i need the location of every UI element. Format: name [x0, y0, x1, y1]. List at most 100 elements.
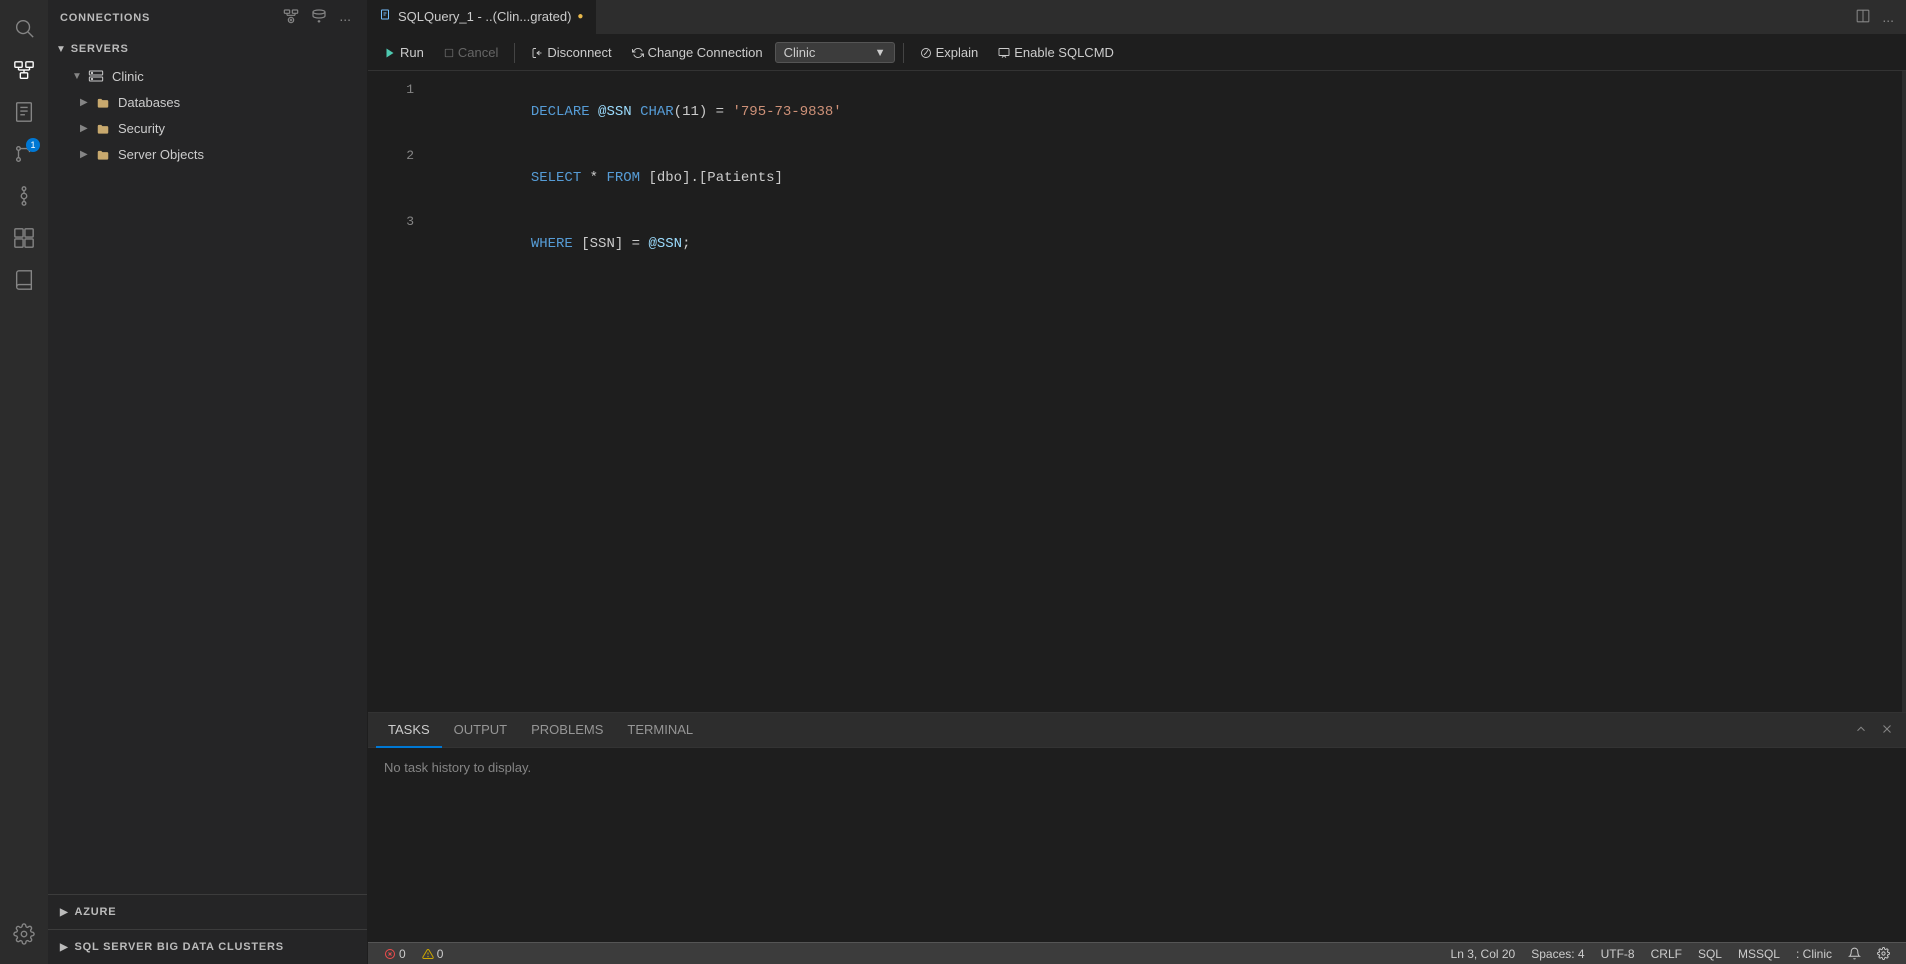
databases-chevron: ▶: [80, 97, 96, 108]
tab-bar: SQLQuery_1 - ..(Clin...grated) ● ...: [368, 0, 1906, 35]
activity-bottom: [4, 914, 44, 956]
security-label: Security: [118, 121, 165, 136]
change-connection-label: Change Connection: [648, 45, 763, 60]
sql-bigdata-header[interactable]: ▶ SQL SERVER BIG DATA CLUSTERS: [48, 934, 367, 960]
sql-bigdata-label: SQL SERVER BIG DATA CLUSTERS: [75, 941, 284, 953]
clinic-chevron: ▼: [72, 71, 88, 82]
activity-icon-book[interactable]: [4, 260, 44, 300]
activity-icon-connections[interactable]: [4, 50, 44, 90]
line-number-2: 2: [384, 145, 414, 167]
status-encoding[interactable]: UTF-8: [1593, 943, 1643, 964]
sql-bigdata-section: ▶ SQL SERVER BIG DATA CLUSTERS: [48, 929, 367, 964]
code-line-3-text: WHERE [SSN] = @SSN;: [430, 211, 1890, 277]
code-editor[interactable]: 1 DECLARE @SSN CHAR(11) = '795-73-9838' …: [368, 71, 1906, 712]
status-notification-icon[interactable]: [1840, 943, 1869, 964]
toolbar-separator-2: [903, 43, 904, 63]
settings-icon[interactable]: [4, 914, 44, 954]
security-folder-icon: [96, 120, 110, 136]
new-connection-icon[interactable]: [279, 6, 303, 29]
terminal-tab[interactable]: TERMINAL: [615, 713, 705, 748]
status-mode[interactable]: MSSQL: [1730, 943, 1788, 964]
toolbar-separator-1: [514, 43, 515, 63]
activity-bar: 1: [0, 0, 48, 964]
server-objects-item[interactable]: ▶ Server Objects: [48, 141, 367, 167]
sidebar: CONNECTIONS ... ▼ SERVERS ▼: [48, 0, 368, 964]
servers-label: SERVERS: [71, 43, 129, 55]
code-line-1: 1 DECLARE @SSN CHAR(11) = '795-73-9838': [368, 79, 1906, 145]
more-actions-icon[interactable]: ...: [1878, 7, 1898, 28]
server-objects-label: Server Objects: [118, 147, 204, 162]
clinic-label: Clinic: [112, 69, 144, 84]
editor-area: SQLQuery_1 - ..(Clin...grated) ● ... Run…: [368, 0, 1906, 964]
status-line-ending[interactable]: CRLF: [1643, 943, 1690, 964]
status-connection-name[interactable]: : Clinic: [1788, 943, 1840, 964]
status-settings-icon[interactable]: [1869, 943, 1898, 964]
sql-query-tab[interactable]: SQLQuery_1 - ..(Clin...grated) ●: [368, 0, 596, 35]
databases-item[interactable]: ▶ Databases: [48, 89, 367, 115]
status-bar: 0 0 Ln 3, Col 20 Spaces: 4 UTF-8 CR: [368, 942, 1906, 964]
cancel-label: Cancel: [458, 45, 498, 60]
sidebar-header-actions: ...: [279, 6, 355, 29]
more-icon[interactable]: ...: [335, 6, 355, 29]
status-right: Ln 3, Col 20 Spaces: 4 UTF-8 CRLF SQL MS…: [1443, 943, 1898, 964]
change-connection-button[interactable]: Change Connection: [624, 42, 771, 63]
server-objects-folder-icon: [96, 146, 110, 162]
minimap-area: [1902, 71, 1906, 712]
output-tab[interactable]: OUTPUT: [442, 713, 519, 748]
enable-sqlcmd-button[interactable]: Enable SQLCMD: [990, 42, 1122, 63]
code-line-2-text: SELECT * FROM [dbo].[Patients]: [430, 145, 1890, 211]
activity-icon-extensions[interactable]: [4, 218, 44, 258]
split-editor-icon[interactable]: [1852, 7, 1874, 28]
activity-icon-source-control[interactable]: 1: [4, 134, 44, 174]
activity-icon-notebooks[interactable]: [4, 92, 44, 132]
sql-bigdata-chevron: ▶: [60, 942, 69, 953]
databases-folder-icon: [96, 94, 110, 110]
disconnect-button[interactable]: Disconnect: [523, 42, 619, 63]
tab-title: SQLQuery_1 - ..(Clin...grated): [398, 9, 571, 24]
status-spaces[interactable]: Spaces: 4: [1523, 943, 1592, 964]
source-control-badge: 1: [26, 138, 40, 152]
run-button[interactable]: Run: [376, 42, 432, 63]
error-count: 0: [399, 947, 406, 961]
enable-sqlcmd-label: Enable SQLCMD: [1014, 45, 1114, 60]
connection-dropdown[interactable]: Clinic ▼: [775, 42, 895, 63]
code-line-2: 2 SELECT * FROM [dbo].[Patients]: [368, 145, 1906, 211]
panel-area: TASKS OUTPUT PROBLEMS TERMINAL No task h…: [368, 712, 1906, 942]
tasks-tab[interactable]: TASKS: [376, 713, 442, 748]
servers-chevron: ▼: [56, 44, 67, 55]
sidebar-footer: ▶ AZURE ▶ SQL SERVER BIG DATA CLUSTERS: [48, 894, 367, 964]
security-item[interactable]: ▶ Security: [48, 115, 367, 141]
editor-toolbar: Run Cancel Disconnect Change Connection …: [368, 35, 1906, 71]
status-errors[interactable]: 0: [376, 943, 414, 964]
status-language[interactable]: SQL: [1690, 943, 1730, 964]
explain-button[interactable]: Explain: [912, 42, 987, 63]
status-warnings[interactable]: 0: [414, 943, 452, 964]
activity-icon-search[interactable]: [4, 8, 44, 48]
status-position[interactable]: Ln 3, Col 20: [1443, 943, 1524, 964]
connection-value: Clinic: [784, 45, 816, 60]
cancel-button[interactable]: Cancel: [436, 42, 506, 63]
azure-label: AZURE: [75, 906, 117, 918]
clinic-server-item[interactable]: ▼ Clinic: [48, 63, 367, 89]
run-label: Run: [400, 45, 424, 60]
line-number-3: 3: [384, 211, 414, 233]
tab-modified-indicator: ●: [577, 11, 583, 22]
problems-tab[interactable]: PROBLEMS: [519, 713, 615, 748]
explain-label: Explain: [936, 45, 979, 60]
activity-icon-git[interactable]: [4, 176, 44, 216]
databases-label: Databases: [118, 95, 180, 110]
dropdown-arrow-icon: ▼: [875, 47, 886, 59]
azure-header[interactable]: ▶ AZURE: [48, 899, 367, 925]
servers-section-header[interactable]: ▼ SERVERS: [48, 35, 367, 63]
add-server-icon[interactable]: [307, 6, 331, 29]
code-content[interactable]: 1 DECLARE @SSN CHAR(11) = '795-73-9838' …: [368, 71, 1906, 712]
panel-collapse-icon[interactable]: [1850, 720, 1872, 741]
tab-actions: ...: [1844, 7, 1906, 28]
panel-content: No task history to display.: [368, 748, 1906, 942]
panel-close-icon[interactable]: [1876, 720, 1898, 741]
code-line-1-text: DECLARE @SSN CHAR(11) = '795-73-9838': [430, 79, 1890, 145]
panel-tabs: TASKS OUTPUT PROBLEMS TERMINAL: [368, 713, 1906, 748]
no-task-history-message: No task history to display.: [384, 760, 531, 775]
sql-file-icon: [380, 9, 392, 24]
azure-chevron: ▶: [60, 907, 69, 918]
